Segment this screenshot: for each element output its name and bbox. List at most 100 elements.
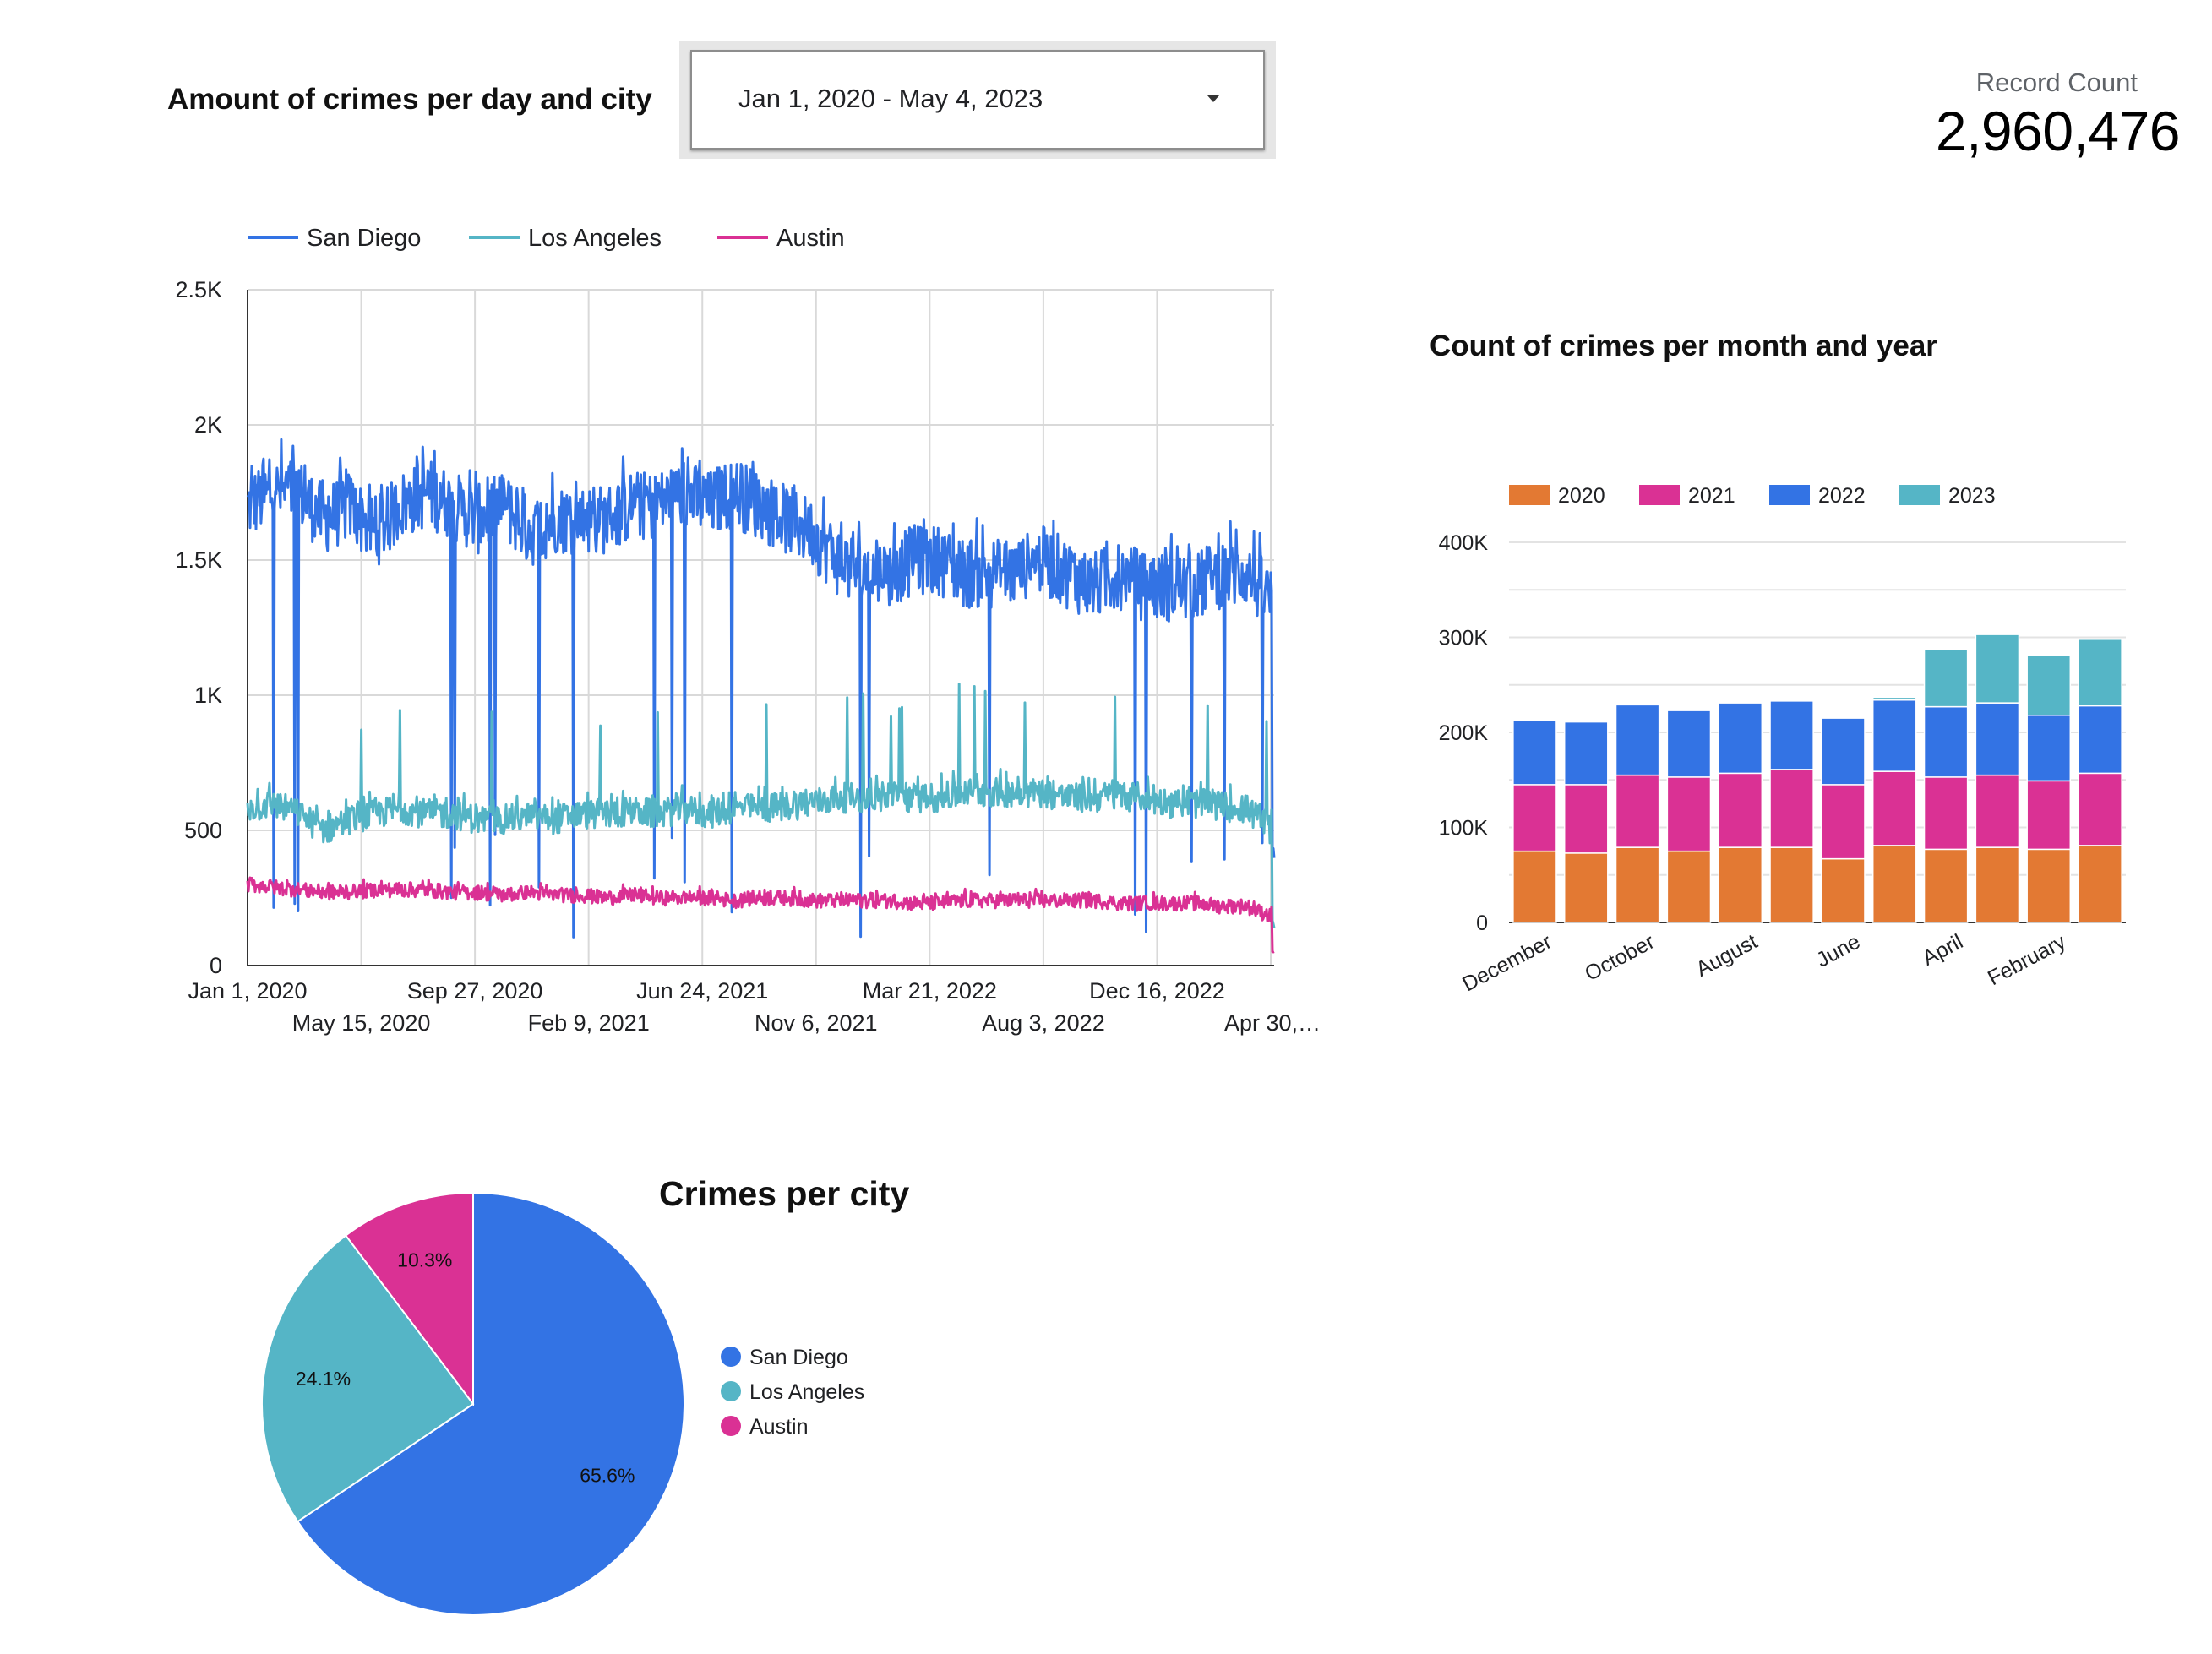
- bar-segment-2021: [1718, 772, 1763, 848]
- bar-segment-2022: [2078, 705, 2122, 775]
- bar-segment-2023: [2078, 639, 2122, 707]
- bar-segment-2023: [1975, 634, 2020, 704]
- x-tick-label: May 15, 2020: [292, 1010, 431, 1036]
- legend-label: Los Angeles: [749, 1380, 864, 1404]
- bar-segment-2021: [1563, 784, 1609, 854]
- y-tick-label: 2.5K: [175, 277, 222, 302]
- bar-segment-2020: [2026, 848, 2072, 923]
- legend-label: Los Angeles: [528, 225, 662, 252]
- legend-swatch: [1509, 485, 1550, 505]
- y-tick-label: 100K: [1439, 817, 1489, 841]
- x-tick-label: February: [1984, 929, 2070, 990]
- x-tick-label: June: [1812, 930, 1864, 972]
- bar-segment-2020: [1563, 852, 1609, 923]
- header-title: Amount of crimes per day and city: [167, 83, 652, 116]
- x-tick-label: Sep 27, 2020: [407, 978, 543, 1004]
- bar-segment-2020: [1923, 848, 1969, 923]
- bar-segment-2020: [1615, 846, 1660, 923]
- bar-segment-2022: [1666, 710, 1712, 778]
- bar-segment-2021: [1512, 784, 1557, 852]
- bar-segment-2020: [1718, 846, 1763, 923]
- pie-data-label: 10.3%: [397, 1249, 452, 1270]
- bar-segment-2021: [1923, 776, 1969, 851]
- bar-segment-2023: [1871, 696, 1917, 701]
- legend-label: San Diego: [749, 1346, 848, 1369]
- date-range-picker[interactable]: Jan 1, 2020 - May 4, 2023: [679, 41, 1276, 159]
- pie-chart-title: Crimes per city: [659, 1174, 910, 1213]
- legend-swatch: [721, 1381, 741, 1401]
- series-line-san-diego: [246, 438, 1276, 939]
- y-tick-label: 0: [210, 953, 222, 978]
- bar-chart: 0 100K 200K 300K 400K December October August Ju…: [1439, 484, 2126, 997]
- legend-label: 2023: [1948, 484, 1996, 508]
- legend-label: Austin: [749, 1415, 808, 1439]
- legend-swatch: [1899, 485, 1940, 505]
- bar-segment-2020: [1666, 850, 1712, 923]
- bar-segment-2023: [2026, 655, 2072, 716]
- bar-segment-2022: [1718, 702, 1763, 775]
- bar-segment-2020: [1769, 846, 1814, 923]
- bar-segment-2021: [2026, 780, 2072, 851]
- legend-swatch: [721, 1347, 741, 1367]
- line-chart: 0 500 1K 1.5K 2K 2.5K Jan 1, 2020 Sep 27, 2020 J…: [175, 225, 1321, 1036]
- bar-segment-2022: [1871, 699, 1917, 772]
- bar-chart-title: Count of crimes per month and year: [1430, 329, 1937, 362]
- x-tick-label: Jun 24, 2021: [636, 978, 768, 1004]
- x-tick-label: October: [1581, 930, 1659, 986]
- series-line-austin: [246, 876, 1275, 954]
- bar-segment-2020: [2078, 845, 2122, 923]
- x-tick-label: Apr 30,…: [1224, 1010, 1321, 1036]
- bar-segment-2021: [1615, 774, 1660, 848]
- bar-segment-2022: [1512, 719, 1557, 786]
- pie-data-label: 65.6%: [580, 1465, 635, 1487]
- legend-label: 2020: [1558, 484, 1605, 508]
- y-tick-label: 200K: [1439, 721, 1489, 745]
- bar-segment-2020: [1821, 857, 1866, 923]
- pie-chart: 65.6% 24.1% 10.3% San Diego Los Angeles Austi…: [261, 1191, 864, 1616]
- legend-label: 2021: [1688, 484, 1735, 508]
- bar-segment-2020: [1871, 845, 1917, 923]
- record-count-value: 2,960,476: [1935, 100, 2181, 162]
- bar-segment-2022: [1821, 717, 1866, 786]
- y-tick-label: 400K: [1439, 531, 1489, 555]
- x-tick-label: Feb 9, 2021: [528, 1010, 650, 1036]
- record-count-label: Record Count: [1975, 68, 2138, 97]
- bar-segment-2021: [1975, 774, 2020, 848]
- x-tick-label: Jan 1, 2020: [188, 978, 307, 1004]
- x-tick-label: Nov 6, 2021: [755, 1010, 878, 1036]
- y-tick-label: 1.5K: [175, 547, 222, 573]
- bar-segment-2021: [1666, 776, 1712, 852]
- bar-segment-2020: [1512, 850, 1557, 923]
- date-range-label: Jan 1, 2020 - May 4, 2023: [738, 84, 1043, 113]
- bar-segment-2021: [1871, 770, 1917, 846]
- legend-swatch: [721, 1416, 741, 1436]
- legend-label: Austin: [776, 225, 845, 252]
- bar-segment-2022: [1769, 700, 1814, 770]
- legend-label: San Diego: [307, 225, 421, 252]
- bar-segment-2022: [1563, 721, 1609, 786]
- bar-segment-2022: [1615, 704, 1660, 776]
- pie-data-label: 24.1%: [296, 1368, 351, 1390]
- x-tick-label: Mar 21, 2022: [863, 978, 997, 1004]
- x-tick-label: December: [1458, 930, 1555, 997]
- bar-segment-2020: [1975, 846, 2020, 923]
- y-tick-label: 1K: [194, 683, 222, 708]
- x-tick-label: August: [1692, 930, 1762, 982]
- date-range-control[interactable]: Jan 1, 2020 - May 4, 2023: [690, 50, 1265, 150]
- legend-swatch: [1639, 485, 1680, 505]
- x-tick-label: Dec 16, 2022: [1089, 978, 1225, 1004]
- bar-segment-2021: [1821, 784, 1866, 860]
- y-tick-label: 0: [1476, 911, 1488, 935]
- x-tick-label: April: [1919, 930, 1967, 971]
- bar-segment-2022: [2026, 715, 2072, 782]
- bar-segment-2021: [2078, 772, 2122, 846]
- x-tick-label: Aug 3, 2022: [982, 1010, 1105, 1036]
- y-tick-label: 2K: [194, 412, 222, 438]
- y-tick-label: 300K: [1439, 627, 1489, 650]
- bar-segment-2022: [1975, 702, 2020, 776]
- bar-segment-2021: [1769, 769, 1814, 848]
- caret-down-icon: [1207, 95, 1219, 102]
- legend-swatch: [1769, 485, 1810, 505]
- bar-segment-2022: [1923, 705, 1969, 778]
- bar-segment-2023: [1923, 649, 1969, 708]
